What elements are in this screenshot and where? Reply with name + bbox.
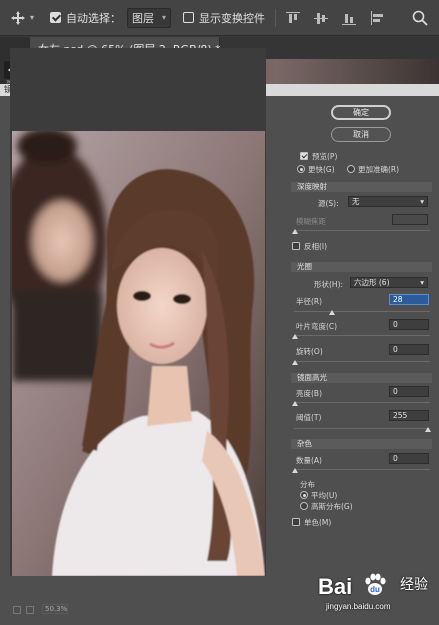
chevron-down-icon: ▾ [420, 278, 424, 287]
more-accurate-label: 更加准确(R) [358, 165, 400, 174]
preview-image [12, 131, 265, 576]
radius-slider [294, 311, 430, 312]
gaussian-label: 高斯分布(G) [311, 502, 353, 511]
blade-curvature-input[interactable]: 0 [389, 319, 429, 330]
align-top-icon[interactable] [286, 11, 300, 25]
paw-logo-icon: du [365, 573, 386, 595]
zoom-in-button[interactable] [26, 606, 34, 614]
threshold-label: 阈值(T) [296, 413, 322, 422]
depth-map-heading: 深度映射 [291, 182, 432, 192]
blur-focal-field [392, 214, 428, 225]
gaussian-radio[interactable] [300, 502, 308, 510]
uniform-label: 平均(U) [311, 491, 338, 500]
iris-heading: 光圈 [291, 262, 432, 272]
brightness-slider-knob[interactable] [292, 401, 298, 406]
ok-button[interactable]: 确定 [331, 105, 391, 120]
faster-label: 更快(G) [308, 165, 335, 174]
auto-select-label: 自动选择： [66, 11, 121, 25]
blur-focal-label: 模糊焦距 [296, 217, 326, 226]
blur-focal-slider [294, 230, 430, 231]
search-icon[interactable] [412, 10, 428, 26]
blur-focal-slider-knob [292, 229, 298, 234]
rotation-input[interactable]: 0 [389, 344, 429, 355]
align-bottom-icon[interactable] [342, 11, 356, 25]
auto-select-checkbox[interactable] [50, 12, 61, 23]
faster-radio[interactable] [297, 165, 305, 173]
blade-curvature-label: 叶片弯度(C) [296, 322, 338, 331]
watermark-brand-left: Bai [318, 574, 353, 599]
rotation-label: 旋转(O) [296, 347, 323, 356]
zoom-out-button[interactable] [13, 606, 21, 614]
blade-curvature-slider [294, 335, 430, 336]
zoom-bar: 50.3% [10, 603, 265, 617]
blade-curvature-slider-knob[interactable] [292, 334, 298, 339]
move-tool-icon[interactable] [8, 8, 28, 28]
shape-value: 六边形 (6) [354, 278, 390, 287]
chevron-down-icon: ▾ [420, 197, 424, 206]
preview-checkbox[interactable] [300, 152, 308, 160]
monochromatic-label: 单色(M) [304, 518, 332, 527]
amount-slider-knob[interactable] [292, 468, 298, 473]
uniform-radio[interactable] [300, 491, 308, 499]
align-left-icon[interactable] [370, 10, 384, 25]
tool-preset-chevron-icon[interactable]: ▾ [30, 13, 40, 22]
source-dropdown[interactable]: 无 ▾ [348, 196, 428, 207]
align-vertical-center-icon[interactable] [314, 11, 328, 25]
more-accurate-radio[interactable] [347, 165, 355, 173]
invert-checkbox[interactable] [292, 242, 300, 250]
amount-label: 数量(A) [296, 456, 322, 465]
amount-input[interactable]: 0 [389, 453, 429, 464]
auto-select-target-dropdown[interactable]: 图层 ▾ [127, 7, 171, 28]
divider [275, 8, 276, 27]
specular-heading: 镜面高光 [291, 373, 432, 383]
shape-dropdown[interactable]: 六边形 (6) ▾ [350, 277, 428, 288]
noise-heading: 杂色 [291, 439, 432, 449]
monochromatic-checkbox[interactable] [292, 518, 300, 526]
radius-label: 半径(R) [296, 297, 323, 306]
invert-label: 反相(I) [304, 242, 328, 251]
amount-slider [294, 469, 430, 470]
radius-input[interactable]: 28 [389, 294, 429, 305]
baidu-jingyan-watermark: Bai du 经验 jingyan.baidu.com [318, 572, 433, 618]
rotation-slider [294, 361, 430, 362]
threshold-slider-knob[interactable] [425, 427, 431, 432]
show-transform-checkbox[interactable] [183, 12, 194, 23]
auto-select-target-value: 图层 [132, 11, 154, 25]
radius-slider-knob[interactable] [329, 310, 335, 315]
show-transform-label: 显示变换控件 [199, 11, 265, 25]
watermark-brand-right: 经验 [400, 577, 428, 593]
cancel-button[interactable]: 取消 [331, 127, 391, 142]
brightness-label: 亮度(B) [296, 389, 322, 398]
zoom-value[interactable]: 50.3% [42, 604, 68, 614]
shape-label: 形状(H): [314, 280, 344, 289]
brightness-slider [294, 402, 430, 403]
options-bar: ▾ 自动选择： 图层 ▾ 显示变换控件 [0, 0, 439, 36]
threshold-input[interactable]: 255 [389, 410, 429, 421]
source-label: 源(S): [318, 199, 339, 208]
brightness-input[interactable]: 0 [389, 386, 429, 397]
chevron-down-icon: ▾ [161, 13, 166, 22]
watermark-url: jingyan.baidu.com [326, 602, 391, 611]
preview-label: 预览(P) [312, 152, 338, 161]
source-value: 无 [352, 197, 360, 206]
svg-text:du: du [370, 585, 380, 594]
threshold-slider [294, 428, 430, 429]
rotation-slider-knob[interactable] [292, 360, 298, 365]
distribution-heading: 分布 [300, 480, 315, 489]
